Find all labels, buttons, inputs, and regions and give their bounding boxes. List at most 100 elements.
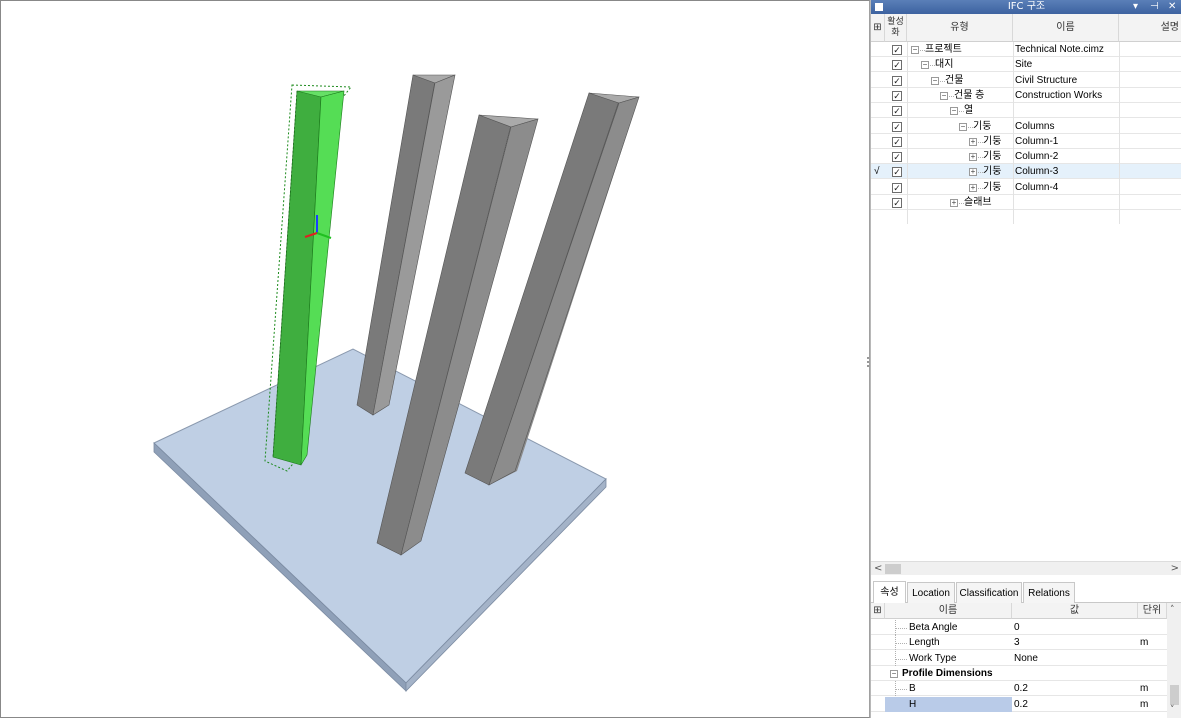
tree-name-label: Column-1 xyxy=(1015,135,1059,147)
tree-row[interactable]: ✓ − 대지 Site xyxy=(871,57,1181,73)
tree-type-label: 기둥 xyxy=(973,120,992,132)
property-unit: m xyxy=(1140,683,1149,695)
tree-row[interactable]: ✓ − 프로젝트 Technical Note.cimz xyxy=(871,42,1181,57)
property-tabs: 속성 Location Classification Relations xyxy=(871,580,1181,603)
tree-type-label: 열 xyxy=(964,105,974,117)
active-checkbox[interactable]: ✓ xyxy=(892,167,902,178)
ifc-tree-grid[interactable]: ⊞ 활성화 유형 이름 설명 ✓ − 프로젝트 Technical Note.cimz… xyxy=(871,14,1181,562)
tree-type-label: 대지 xyxy=(935,59,954,71)
column-header-active[interactable]: 활성화 xyxy=(885,14,907,42)
scroll-up-icon[interactable]: ˄ xyxy=(1170,605,1175,615)
tree-row[interactable]: ✓ − 열 xyxy=(871,103,1181,119)
dropdown-icon[interactable]: ▾ xyxy=(1133,0,1138,14)
tree-type-label: 건물 xyxy=(945,74,964,86)
property-row[interactable]: B 0.2 m xyxy=(871,681,1167,697)
tab-classification[interactable]: Classification xyxy=(956,582,1022,603)
tree-name-label: Column-3 xyxy=(1015,166,1059,178)
tab-properties[interactable]: 속성 xyxy=(873,581,906,603)
property-name: Work Type xyxy=(909,652,957,664)
property-row[interactable]: Work Type None xyxy=(871,650,1167,666)
collapse-icon[interactable]: − xyxy=(931,76,939,85)
property-value[interactable]: None xyxy=(1014,651,1138,666)
property-name: Beta Angle xyxy=(909,622,958,633)
collapse-icon[interactable]: − xyxy=(890,669,898,678)
tree-type-label: 슬래브 xyxy=(964,197,992,208)
ifc-structure-panel: IFC 구조 ▾ ⊣ ✕ ⊞ 활성화 유형 이름 설명 ✓ − 프로젝트 Techni… xyxy=(870,0,1181,718)
vertical-scrollbar[interactable]: ˄ ˅ xyxy=(1167,603,1181,718)
collapse-icon[interactable]: − xyxy=(940,91,948,100)
tree-type-label: 기둥 xyxy=(983,135,1002,147)
active-checkbox[interactable]: ✓ xyxy=(892,75,902,86)
property-name: Length xyxy=(909,637,940,649)
scroll-left-icon[interactable]: < xyxy=(874,562,882,576)
tree-name-label: Column-4 xyxy=(1015,181,1059,193)
tree-type-label: 기둥 xyxy=(983,181,1002,193)
property-grid[interactable]: ⊞ 이름 값 단위 Beta Angle 0 Length 3 m Work Type No… xyxy=(871,603,1181,718)
tree-row[interactable]: ✓ + 슬래브 xyxy=(871,195,1181,210)
tab-location[interactable]: Location xyxy=(907,582,955,603)
column-header-name[interactable]: 이름 xyxy=(1013,14,1119,42)
column-header-type[interactable]: 유형 xyxy=(907,14,1013,42)
active-checkbox[interactable]: ✓ xyxy=(892,90,902,101)
property-row[interactable]: Beta Angle 0 xyxy=(871,620,1167,635)
active-checkbox[interactable]: ✓ xyxy=(892,198,902,208)
active-checkbox[interactable]: ✓ xyxy=(892,152,902,163)
property-unit: m xyxy=(1140,637,1149,649)
active-checkbox[interactable]: ✓ xyxy=(892,45,902,55)
active-checkbox[interactable]: ✓ xyxy=(892,106,902,117)
property-name: H xyxy=(885,696,1012,712)
active-checkbox[interactable]: ✓ xyxy=(892,121,902,132)
pin-icon[interactable]: ⊣ xyxy=(1150,0,1159,14)
property-header-unit[interactable]: 단위 xyxy=(1138,603,1167,619)
property-value[interactable]: 3 xyxy=(1014,635,1138,650)
horizontal-scrollbar[interactable]: < > xyxy=(871,561,1181,575)
tree-row[interactable]: ✓ + 기둥 Column-2 xyxy=(871,149,1181,165)
tree-row[interactable]: ✓ − 기둥 Columns xyxy=(871,119,1181,134)
tree-row[interactable]: √ ✓ + 기둥 Column-3 xyxy=(871,164,1181,180)
tree-name-label xyxy=(1015,103,1118,118)
row-header-icon: ⊞ xyxy=(871,14,885,42)
active-checkbox[interactable]: ✓ xyxy=(892,60,902,71)
scroll-down-icon[interactable]: ˅ xyxy=(1170,705,1175,715)
tree-name-label: Civil Structure xyxy=(1015,74,1078,86)
scroll-thumb[interactable] xyxy=(885,564,901,574)
collapse-icon[interactable]: − xyxy=(911,46,919,54)
expand-icon[interactable]: + xyxy=(950,199,958,207)
tree-row[interactable]: ✓ + 기둥 Column-4 xyxy=(871,180,1181,195)
property-value[interactable]: 0 xyxy=(1014,620,1138,635)
collapse-icon[interactable]: − xyxy=(950,107,958,116)
collapse-icon[interactable]: − xyxy=(921,61,929,70)
expand-icon[interactable]: + xyxy=(969,153,977,162)
tree-type-label: 기둥 xyxy=(983,151,1002,163)
3d-viewport[interactable] xyxy=(0,0,870,718)
expand-icon[interactable]: + xyxy=(969,168,977,177)
property-header-name[interactable]: 이름 xyxy=(885,603,1012,619)
expand-icon[interactable]: + xyxy=(969,183,977,192)
close-icon[interactable]: ✕ xyxy=(1168,0,1176,14)
property-unit: m xyxy=(1140,698,1149,710)
property-row[interactable]: Length 3 m xyxy=(871,635,1167,651)
property-header-value[interactable]: 값 xyxy=(1012,603,1138,619)
tree-name-label: Site xyxy=(1015,59,1033,71)
tree-name-label: Columns xyxy=(1015,120,1055,132)
expand-icon[interactable]: + xyxy=(969,137,977,146)
property-group[interactable]: − Profile Dimensions xyxy=(871,666,1167,681)
tree-row[interactable]: ✓ − 건물 Civil Structure xyxy=(871,73,1181,88)
tree-row[interactable]: ✓ + 기둥 Column-1 xyxy=(871,134,1181,149)
tree-type-label: 기둥 xyxy=(983,166,1002,178)
property-group-label: Profile Dimensions xyxy=(902,667,993,679)
property-value[interactable]: 0.2 xyxy=(1014,681,1138,696)
active-checkbox[interactable]: ✓ xyxy=(892,136,902,147)
tree-type-label: 건물 층 xyxy=(954,89,985,101)
property-row[interactable]: H 0.2 m xyxy=(871,696,1167,712)
row-marker: √ xyxy=(874,166,880,178)
active-checkbox[interactable]: ✓ xyxy=(892,182,902,193)
scroll-thumb[interactable] xyxy=(1170,685,1179,705)
model-canvas[interactable] xyxy=(1,1,871,718)
tab-relations[interactable]: Relations xyxy=(1023,582,1075,603)
column-header-description[interactable]: 설명 xyxy=(1119,14,1181,42)
tree-row[interactable]: ✓ − 건물 층 Construction Works xyxy=(871,88,1181,103)
collapse-icon[interactable]: − xyxy=(959,122,967,131)
property-value[interactable]: 0.2 xyxy=(1014,697,1138,712)
scroll-right-icon[interactable]: > xyxy=(1171,562,1179,576)
